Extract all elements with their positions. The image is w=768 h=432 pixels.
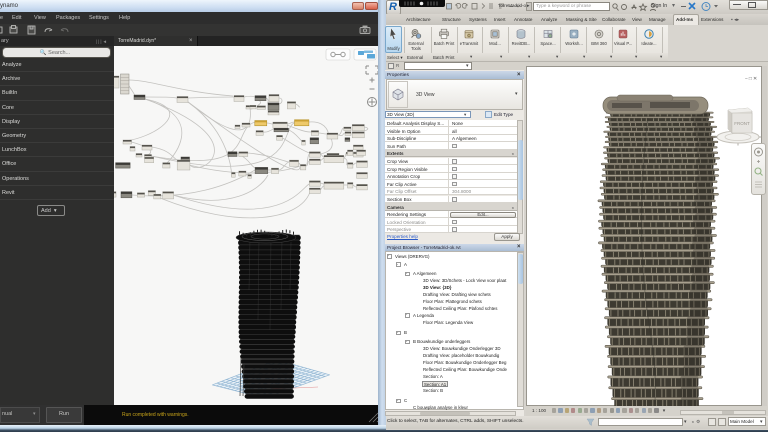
svg-text:FRONT: FRONT xyxy=(734,121,750,126)
